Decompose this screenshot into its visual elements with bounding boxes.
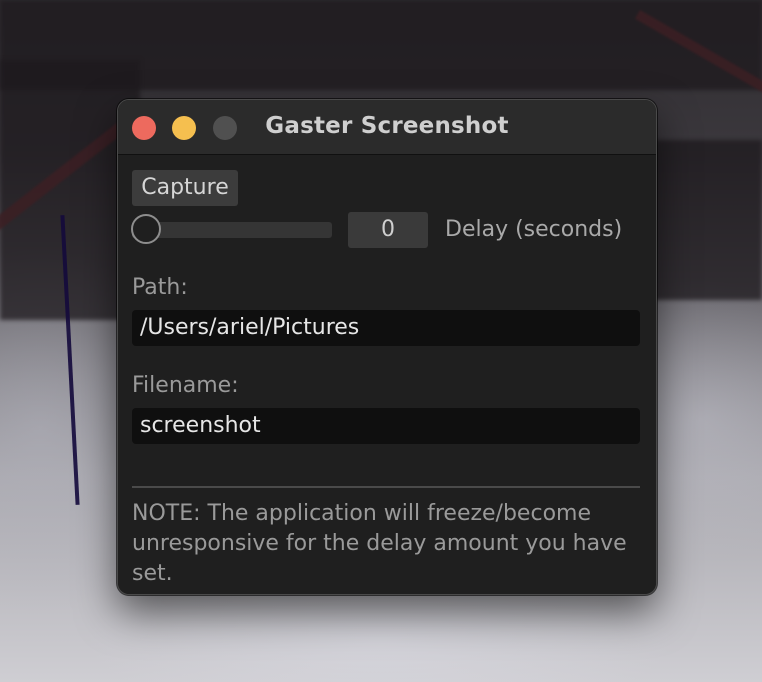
delay-slider-knob[interactable]: [131, 214, 161, 244]
window-content: Capture 0 Delay (seconds) Path: /Users/a…: [118, 155, 656, 594]
filename-label: Filename:: [132, 373, 239, 398]
wallpaper-shadow: [640, 140, 762, 300]
filename-input[interactable]: screenshot: [132, 408, 640, 444]
desktop-wallpaper: Gaster Screenshot Capture 0 Delay (secon…: [0, 0, 762, 682]
delay-value-field[interactable]: 0: [348, 212, 428, 248]
title-bar[interactable]: Gaster Screenshot: [118, 100, 656, 155]
divider: [132, 486, 640, 488]
window-title: Gaster Screenshot: [265, 113, 509, 139]
delay-label: Delay (seconds): [445, 217, 623, 242]
path-input[interactable]: /Users/ariel/Pictures: [132, 310, 640, 346]
app-window: Gaster Screenshot Capture 0 Delay (secon…: [117, 99, 657, 595]
note-text: NOTE: The application will freeze/become…: [132, 501, 627, 586]
path-label: Path:: [132, 275, 188, 300]
delay-slider[interactable]: [131, 214, 332, 244]
capture-button[interactable]: Capture: [132, 170, 238, 206]
